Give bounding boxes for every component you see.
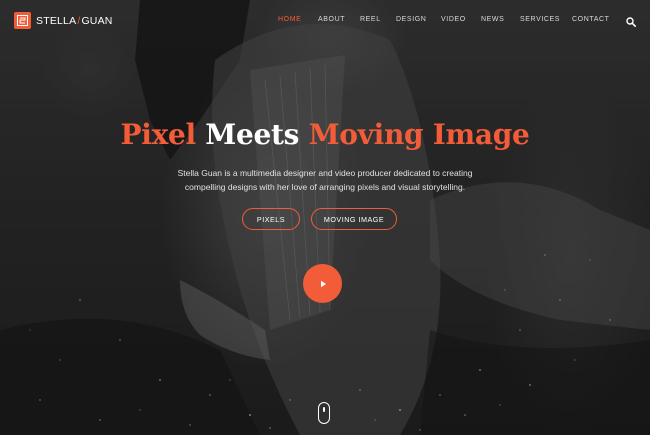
headline-meets: Meets bbox=[205, 118, 300, 151]
nav-item-about[interactable]: ABOUT bbox=[318, 16, 345, 23]
nav-item-contact[interactable]: CONTACT bbox=[572, 16, 610, 23]
play-icon bbox=[320, 280, 326, 287]
nav-item-reel[interactable]: REEL bbox=[360, 16, 381, 23]
hero-headline: Pixel Meets Moving Image bbox=[0, 118, 650, 151]
scroll-wheel bbox=[323, 407, 325, 412]
main-navigation: HOME ABOUT REEL DESIGN VIDEO NEWS SERVIC… bbox=[0, 16, 650, 28]
hero-subtitle: Stella Guan is a multimedia designer and… bbox=[177, 168, 473, 192]
nav-item-video[interactable]: VIDEO bbox=[441, 16, 466, 23]
nav-item-design[interactable]: DESIGN bbox=[396, 16, 426, 23]
headline-moving-image: Moving Image bbox=[308, 118, 530, 151]
play-button[interactable] bbox=[303, 264, 342, 303]
nav-item-news[interactable]: NEWS bbox=[481, 16, 504, 23]
pixels-button[interactable]: PIXELS bbox=[242, 208, 300, 230]
scroll-mouse-icon[interactable] bbox=[318, 402, 330, 424]
nav-item-home[interactable]: HOME bbox=[278, 16, 301, 23]
headline-pixel: Pixel bbox=[120, 118, 197, 151]
search-icon[interactable] bbox=[626, 14, 636, 27]
nav-item-services[interactable]: SERVICES bbox=[520, 16, 560, 23]
moving-image-button[interactable]: MOVING IMAGE bbox=[311, 208, 397, 230]
